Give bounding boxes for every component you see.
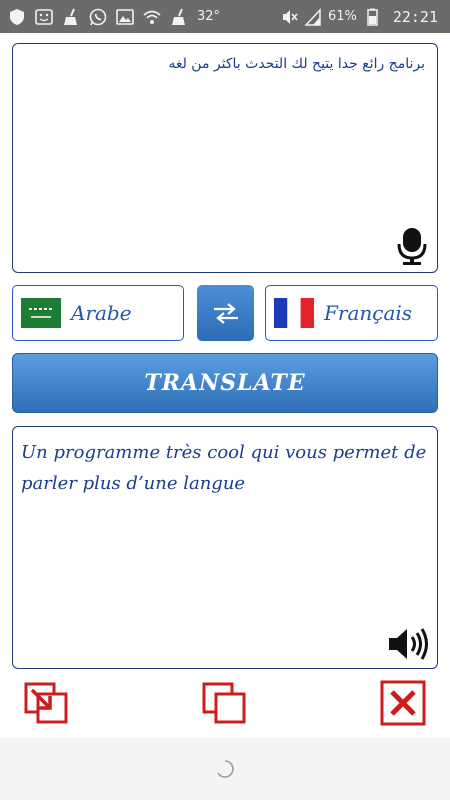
translate-button-label: TRANSLATE [144, 370, 306, 396]
speaker-icon[interactable] [387, 624, 433, 664]
share-icon[interactable] [24, 680, 70, 726]
shield-icon [10, 8, 24, 25]
battery-level: 61% [327, 9, 357, 24]
broom-icon [64, 8, 77, 25]
copy-icon[interactable] [202, 680, 248, 726]
source-text-area[interactable]: برنامج رائع جدا يتيح لك التحدث باكثر من … [12, 43, 438, 273]
source-text[interactable]: برنامج رائع جدا يتيح لك التحدث باكثر من … [25, 56, 425, 72]
saudi-arabia-flag [21, 298, 61, 328]
status-bar: 32° 61% 22:21 [0, 0, 450, 33]
image-icon [116, 8, 134, 25]
face-icon [35, 8, 53, 25]
temperature: 32° [197, 9, 221, 24]
loading-spinner-icon [217, 760, 234, 778]
translate-button[interactable]: TRANSLATE [12, 353, 438, 413]
target-language-label: Français [324, 301, 413, 325]
source-language-selector[interactable]: Arabe [12, 285, 184, 341]
target-language-selector[interactable]: Français [265, 285, 438, 341]
swap-arrows-icon [213, 303, 238, 324]
signal-icon [304, 7, 321, 26]
source-language-label: Arabe [71, 301, 132, 325]
battery-icon [367, 8, 378, 26]
clock: 22:21 [392, 7, 438, 26]
swap-languages-button[interactable] [197, 285, 254, 341]
broom-icon [172, 8, 185, 25]
france-flag [274, 298, 314, 328]
wifi-icon [143, 10, 161, 24]
whatsapp-icon [89, 8, 107, 25]
translation-output-area: Un programme très cool qui vous permet d… [12, 426, 438, 669]
clear-icon[interactable] [380, 680, 426, 726]
microphone-icon[interactable] [395, 226, 429, 266]
loading-footer [0, 738, 450, 800]
translated-text: Un programme très cool qui vous permet d… [21, 442, 427, 494]
mute-icon [282, 9, 298, 24]
